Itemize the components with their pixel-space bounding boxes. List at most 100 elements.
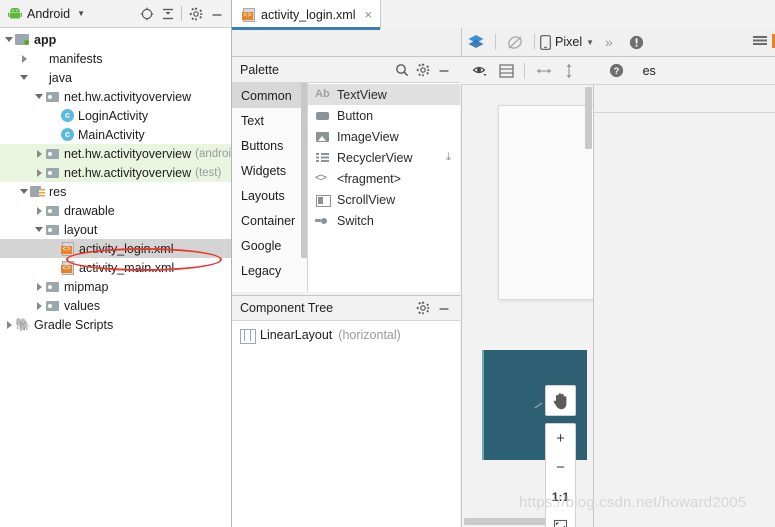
textview-icon: Ab xyxy=(315,88,330,100)
chevron-right-icon[interactable] xyxy=(34,148,45,159)
palette-item-button[interactable]: Button xyxy=(308,105,460,126)
tree-node-label: drawable xyxy=(64,203,115,218)
tree-node-res[interactable]: res xyxy=(0,182,231,201)
tree-node-gradle-scripts[interactable]: 🐘 Gradle Scripts xyxy=(0,315,231,334)
palette-category-container[interactable]: Container xyxy=(232,208,307,233)
palette-item-list[interactable]: Ab TextView Button ImageView RecyclerView ⤓ <>… xyxy=(308,83,460,292)
palette-item-scrollview[interactable]: ScrollView xyxy=(308,189,460,210)
palette-category-buttons[interactable]: Buttons xyxy=(232,133,307,158)
zoom-in-button[interactable]: + xyxy=(546,424,575,453)
minimize-icon[interactable] xyxy=(433,59,454,80)
palette-category-list[interactable]: Common Text Buttons Widgets Layouts Container… xyxy=(232,83,308,292)
xml-layout-icon xyxy=(60,260,75,275)
palette-item-switch[interactable]: Switch xyxy=(308,210,460,231)
canvas-vertical-scrollbar[interactable] xyxy=(585,87,592,149)
tree-node-layout[interactable]: layout xyxy=(0,220,231,239)
device-selector[interactable]: Pixel ▼ xyxy=(540,34,594,50)
palette-item-imageview[interactable]: ImageView xyxy=(308,126,460,147)
attributes-panel: Attributes xyxy=(593,57,775,527)
palette-item-fragment[interactable]: <> <fragment> xyxy=(308,168,460,189)
collapse-all-icon[interactable] xyxy=(157,3,178,24)
palette-category-label: Widgets xyxy=(241,163,287,178)
search-icon[interactable] xyxy=(391,59,412,80)
download-icon[interactable]: ⤓ xyxy=(446,151,451,164)
zoom-controls[interactable]: + − 1:1 xyxy=(545,423,576,527)
tree-node-values[interactable]: values xyxy=(0,296,231,315)
palette-category-layouts[interactable]: Layouts xyxy=(232,183,307,208)
canvas-horizontal-scrollbar[interactable] xyxy=(464,518,552,525)
toolbar-overflow-button[interactable]: » xyxy=(600,31,618,53)
chevron-down-icon[interactable] xyxy=(34,91,45,102)
chevron-right-icon[interactable] xyxy=(19,53,30,64)
chevron-right-icon[interactable] xyxy=(34,167,45,178)
component-tree-node-label: LinearLayout xyxy=(260,328,333,342)
palette-category-google[interactable]: Google xyxy=(232,233,307,258)
editor-tab-activity-login[interactable]: activity_login.xml × xyxy=(232,0,382,30)
list-menu-icon[interactable] xyxy=(753,36,767,47)
palette-category-label: Text xyxy=(241,113,264,128)
attributes-subrow xyxy=(594,85,775,113)
tree-node-mipmap[interactable]: mipmap xyxy=(0,277,231,296)
tree-node-net-hw-activityoverview[interactable]: net.hw.activityoverview xyxy=(0,87,231,106)
eye-icon[interactable] xyxy=(467,60,494,82)
palette-category-common[interactable]: Common xyxy=(232,83,307,108)
editor-tab-bar: activity_login.xml × xyxy=(232,0,775,30)
chevron-right-icon[interactable] xyxy=(34,300,45,311)
tree-node-net-hw-activityoverview[interactable]: net.hw.activityoverview (test) xyxy=(0,163,231,182)
tree-node-manifests[interactable]: manifests xyxy=(0,49,231,68)
palette-category-legacy[interactable]: Legacy xyxy=(232,258,307,283)
component-tree-node-linearlayout[interactable]: LinearLayout (horizontal) xyxy=(232,325,460,345)
tree-node-java[interactable]: java xyxy=(0,68,231,87)
minimize-icon[interactable] xyxy=(433,298,454,319)
settings-gear-icon[interactable] xyxy=(185,3,206,24)
chevron-down-icon[interactable] xyxy=(19,186,30,197)
design-canvas[interactable]: + − 1:1 xyxy=(462,85,593,527)
palette-category-text[interactable]: Text xyxy=(232,108,307,133)
palette-item-recyclerview[interactable]: RecyclerView ⤓ xyxy=(308,147,460,168)
project-view-selector[interactable]: Android ▼ xyxy=(4,7,85,21)
help-icon[interactable]: ? xyxy=(604,60,629,82)
zoom-out-button[interactable]: − xyxy=(546,453,575,482)
chevron-down-icon[interactable] xyxy=(34,224,45,235)
tree-node-drawable[interactable]: drawable xyxy=(0,201,231,220)
attributes-content[interactable] xyxy=(594,113,775,527)
tree-node-label: MainActivity xyxy=(78,127,145,142)
component-tree-nodes[interactable]: LinearLayout (horizontal) xyxy=(232,321,460,345)
fragment-icon: <> xyxy=(315,172,327,184)
layers-icon[interactable] xyxy=(462,31,490,53)
tree-node-mainactivity[interactable]: c MainActivity xyxy=(0,125,231,144)
resize-horizontal-icon[interactable] xyxy=(530,60,558,82)
tree-node-activity-main-xml[interactable]: activity_main.xml xyxy=(0,258,231,277)
palette-category-scrollbar[interactable] xyxy=(301,83,307,258)
warning-icon[interactable] xyxy=(624,31,649,53)
chevron-right-icon[interactable] xyxy=(4,319,15,330)
layout-rows-icon[interactable] xyxy=(494,60,519,82)
tree-node-loginactivity[interactable]: c LoginActivity xyxy=(0,106,231,125)
palette-category-widgets[interactable]: Widgets xyxy=(232,158,307,183)
project-tree[interactable]: app manifests java net.hw.activityoverview c… xyxy=(0,28,231,527)
palette-item-textview[interactable]: Ab TextView xyxy=(308,84,460,105)
design-surface[interactable]: + − 1:1 xyxy=(461,57,593,527)
chevron-right-icon[interactable] xyxy=(34,281,45,292)
settings-gear-icon[interactable] xyxy=(412,59,433,80)
blueprint-off-icon[interactable] xyxy=(501,31,529,53)
palette-item-label: Switch xyxy=(337,213,374,228)
phone-icon xyxy=(540,34,551,50)
settings-gear-icon[interactable] xyxy=(412,298,433,319)
fit-to-screen-icon[interactable] xyxy=(546,511,575,527)
tree-node-net-hw-activityoverview[interactable]: net.hw.activityoverview(androidTest) xyxy=(0,144,231,163)
close-icon[interactable]: × xyxy=(364,7,372,22)
chevron-right-icon[interactable] xyxy=(34,205,45,216)
resize-vertical-icon[interactable] xyxy=(558,60,580,82)
device-preview-render[interactable] xyxy=(498,105,593,300)
minimize-icon[interactable] xyxy=(206,3,227,24)
chevron-down-icon[interactable] xyxy=(19,72,30,83)
hand-pan-icon[interactable] xyxy=(545,385,576,416)
tree-node-app[interactable]: app xyxy=(0,30,231,49)
locate-icon[interactable] xyxy=(136,3,157,24)
chevron-down-icon[interactable] xyxy=(4,34,15,45)
android-robot-icon xyxy=(8,7,22,20)
tree-node-activity-login-xml[interactable]: activity_login.xml xyxy=(0,239,231,258)
android-studio-window: Android ▼ app manifests java net.hw.acti… xyxy=(0,0,775,527)
design-surface-toolbar-secondary: ? xyxy=(461,57,643,85)
